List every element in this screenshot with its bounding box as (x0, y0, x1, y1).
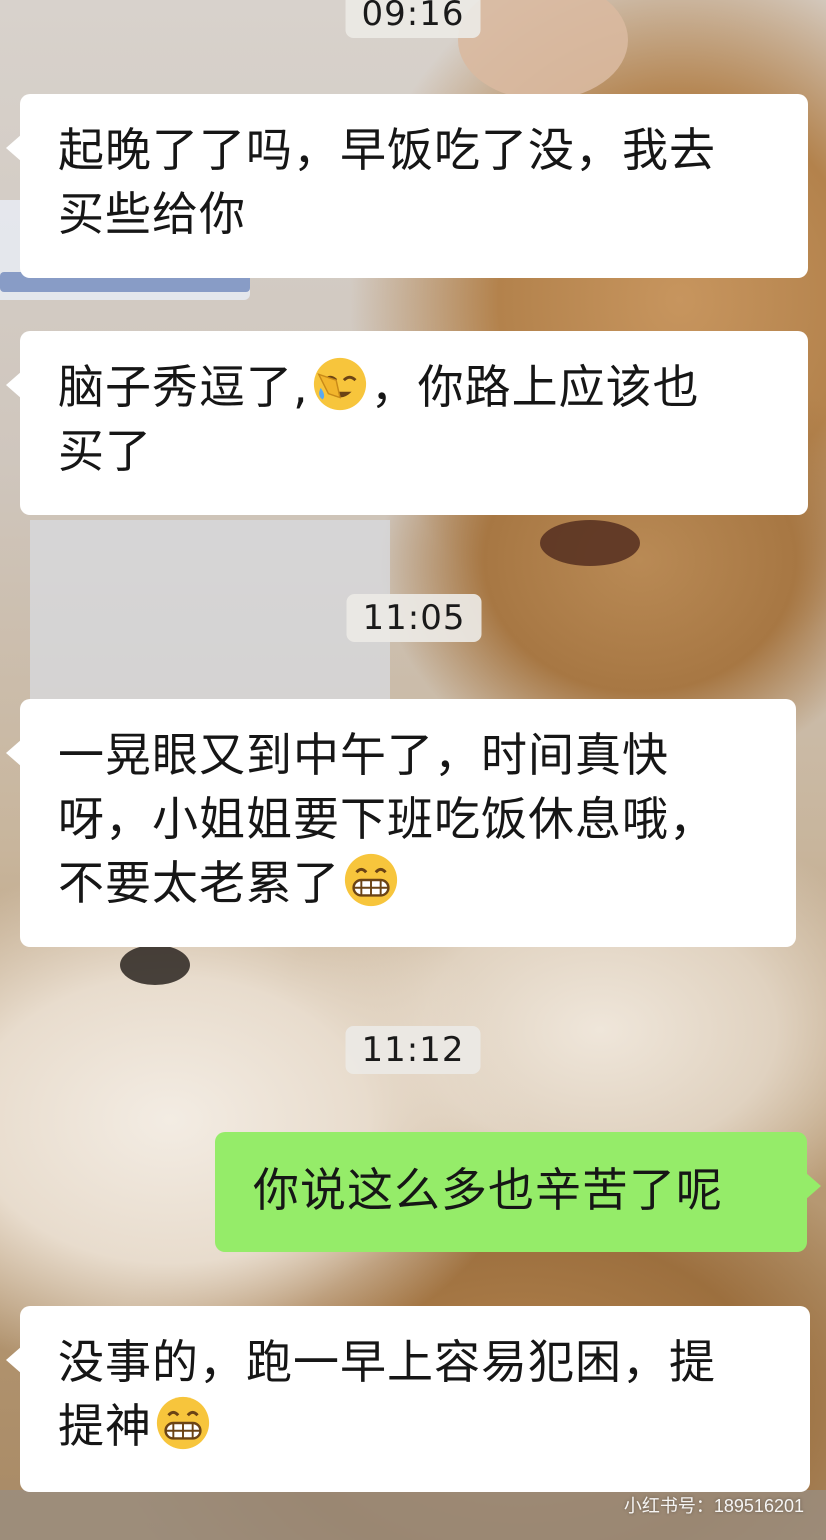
grinning-emoji-icon (154, 1394, 212, 1452)
received-message-bubble[interactable]: 起晚了了吗，早饭吃了没，我去 买些给你 (6, 94, 808, 278)
message-text: ，你路上应该也 (370, 360, 700, 414)
timestamp: 09:16 (345, 0, 481, 38)
facepalm-crying-emoji-icon (311, 355, 369, 413)
message-text: 买些给你 (58, 187, 246, 241)
message-text: 一晃眼又到中午了，时间真快 (58, 728, 669, 782)
timestamp: 11:12 (345, 1026, 481, 1074)
message-text: 你说这么多也辛苦了呢 (253, 1163, 723, 1217)
message-text: 起晚了了吗，早饭吃了没，我去 (58, 123, 716, 177)
message-text: 呀，小姐姐要下班吃饭休息哦， (58, 792, 716, 846)
timestamp: 11:05 (346, 594, 482, 642)
received-message-bubble[interactable]: 没事的，跑一早上容易犯困，提 提神 (6, 1306, 810, 1492)
sent-message-bubble[interactable]: 你说这么多也辛苦了呢 (215, 1132, 821, 1252)
message-text: 不要太老累了 (58, 856, 340, 910)
received-message-bubble[interactable]: 脑子秀逗了, ，你路上应该也 买了 (6, 331, 808, 515)
message-text: 脑子秀逗了, (58, 360, 309, 414)
message-text: 提神 (58, 1399, 152, 1453)
received-message-bubble[interactable]: 一晃眼又到中午了，时间真快 呀，小姐姐要下班吃饭休息哦， 不要太老累了 (6, 699, 796, 947)
message-text: 没事的，跑一早上容易犯困，提 (58, 1335, 716, 1389)
grinning-emoji-icon (342, 851, 400, 909)
watermark: 小红书号：189516201 (623, 1496, 804, 1516)
message-text: 买了 (58, 424, 152, 478)
